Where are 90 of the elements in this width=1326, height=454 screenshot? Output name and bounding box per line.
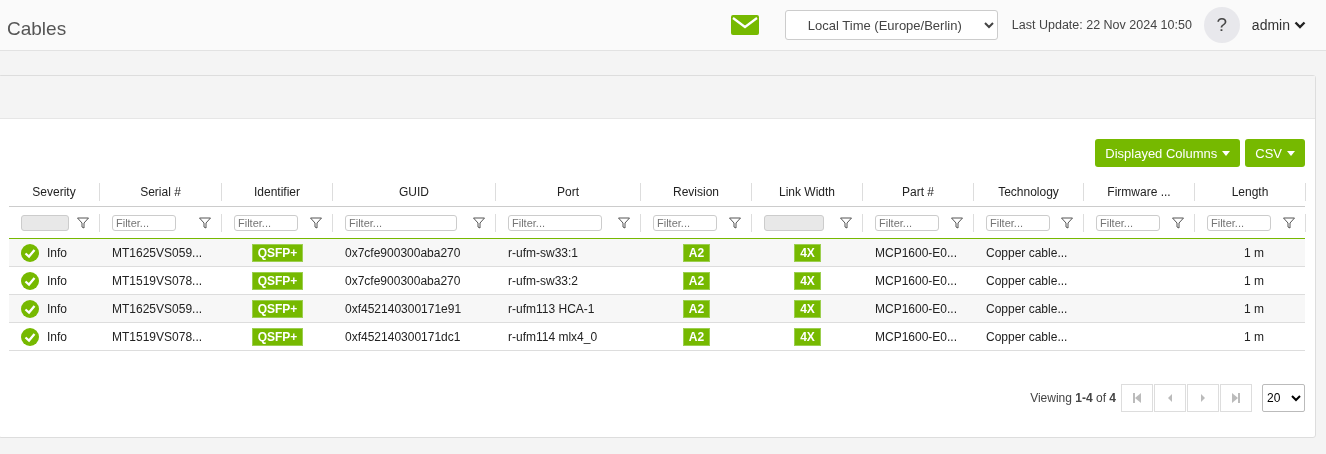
skip-forward-icon <box>1232 393 1240 403</box>
filter-icon[interactable] <box>310 216 322 229</box>
tag: QSFP+ <box>251 243 304 262</box>
filter-icon[interactable] <box>1061 216 1073 229</box>
table-cell: 1 m <box>1244 245 1264 260</box>
table-cell: MT1519VS078... <box>112 273 203 288</box>
table-cell: Copper cable... <box>986 245 1068 260</box>
tag: 4X <box>794 271 821 290</box>
table-cell: MCP1600-E0... <box>875 301 958 316</box>
severity-text: Info <box>47 273 67 288</box>
table-cell: MCP1600-E0... <box>875 329 958 344</box>
check-circle-icon <box>21 327 39 346</box>
filter-icon[interactable] <box>199 216 211 229</box>
filter-field[interactable]: Filter... <box>345 214 457 231</box>
tag: A2 <box>682 327 711 346</box>
last-update-text: Last Update: 22 Nov 2024 10:50 <box>1011 18 1192 32</box>
filter-icon[interactable] <box>729 216 741 229</box>
caret-icon <box>1222 150 1231 156</box>
user-menu[interactable]: admin <box>1251 17 1306 33</box>
severity-text: Info <box>47 301 67 316</box>
column-header[interactable]: Port <box>496 182 641 201</box>
table-cell: 1 m <box>1244 273 1264 288</box>
check-circle-icon <box>21 271 39 290</box>
envelope-icon <box>730 15 759 35</box>
check-circle-icon <box>21 243 39 262</box>
tag: 4X <box>794 327 821 346</box>
filter-icon[interactable] <box>473 216 485 229</box>
check-circle-icon <box>21 299 39 318</box>
table-cell: 0x7cfe900300aba270 <box>345 245 461 260</box>
tag: QSFP+ <box>251 271 304 290</box>
caret-icon <box>1287 150 1295 156</box>
filter-icon[interactable] <box>1172 216 1184 229</box>
column-header[interactable]: Severity <box>9 182 100 201</box>
column-header[interactable]: Revision <box>641 182 752 201</box>
column-header[interactable]: Serial # <box>100 182 222 201</box>
help-button[interactable]: ? <box>1203 7 1240 43</box>
filter-field[interactable]: Filter... <box>1096 214 1160 231</box>
tag: A2 <box>682 299 711 318</box>
table-cell: r-ufm113 HCA-1 <box>508 301 595 316</box>
table-cell: Copper cable... <box>986 301 1068 316</box>
table-cell: MCP1600-E0... <box>875 245 958 260</box>
table-cell: Copper cable... <box>986 273 1068 288</box>
column-header[interactable]: Length <box>1195 182 1306 201</box>
right-arrow-icon <box>1201 394 1205 402</box>
table-cell: 1 m <box>1244 329 1264 344</box>
column-header[interactable]: Identifier <box>222 182 333 201</box>
severity-text: Info <box>47 245 67 260</box>
tag: QSFP+ <box>251 327 304 346</box>
filter-field[interactable]: Filter... <box>653 214 717 231</box>
column-header[interactable]: GUID <box>333 182 496 201</box>
filter-icon[interactable] <box>618 216 630 229</box>
table-cell: 0xf452140300171dc1 <box>345 329 461 344</box>
table-cell: r-ufm114 mlx4_0 <box>508 329 598 344</box>
page-size-select[interactable]: 20 <box>1262 384 1305 412</box>
table-cell: r-ufm-sw33:1 <box>508 245 578 260</box>
filter-field[interactable]: Filter... <box>112 214 176 231</box>
tag: 4X <box>794 243 821 262</box>
tag: 4X <box>794 299 821 318</box>
filter-icon[interactable] <box>1283 216 1295 229</box>
tag: A2 <box>682 271 711 290</box>
column-header[interactable]: Firmware ... <box>1084 182 1195 201</box>
table-cell: 1 m <box>1244 301 1264 316</box>
filter-field[interactable]: Filter... <box>234 214 298 231</box>
paging-summary: Viewing 1-4 of 4 <box>1030 391 1116 405</box>
table-cell: MCP1600-E0... <box>875 273 958 288</box>
timezone-select[interactable]: Local Time (Europe/Berlin) <box>784 10 998 40</box>
column-header[interactable]: Link Width <box>752 182 863 201</box>
chevron-down-icon <box>1294 21 1306 29</box>
table-cell: MT1625VS059... <box>112 301 203 316</box>
tag: A2 <box>682 243 711 262</box>
column-header[interactable]: Part # <box>863 182 974 201</box>
tag: QSFP+ <box>251 299 304 318</box>
page-title: Cables <box>6 17 67 40</box>
table-cell: 0x7cfe900300aba270 <box>345 273 461 288</box>
skip-back-icon <box>1133 393 1141 403</box>
table-cell: 0xf452140300171e91 <box>345 301 462 316</box>
left-arrow-icon <box>1168 394 1172 402</box>
filter-field[interactable]: Filter... <box>508 214 602 231</box>
filter-icon[interactable] <box>77 216 89 229</box>
table-cell: Copper cable... <box>986 329 1068 344</box>
table-cell: r-ufm-sw33:2 <box>508 273 578 288</box>
filter-field[interactable]: Filter... <box>875 214 939 231</box>
filter-field[interactable]: Filter... <box>986 214 1050 231</box>
filter-icon[interactable] <box>951 216 963 229</box>
severity-text: Info <box>47 329 67 344</box>
column-header[interactable]: Technology <box>974 182 1084 201</box>
filter-field[interactable]: Filter... <box>1207 214 1271 231</box>
table-cell: MT1519VS078... <box>112 329 203 344</box>
table-cell: MT1625VS059... <box>112 245 203 260</box>
filter-icon[interactable] <box>840 216 852 229</box>
